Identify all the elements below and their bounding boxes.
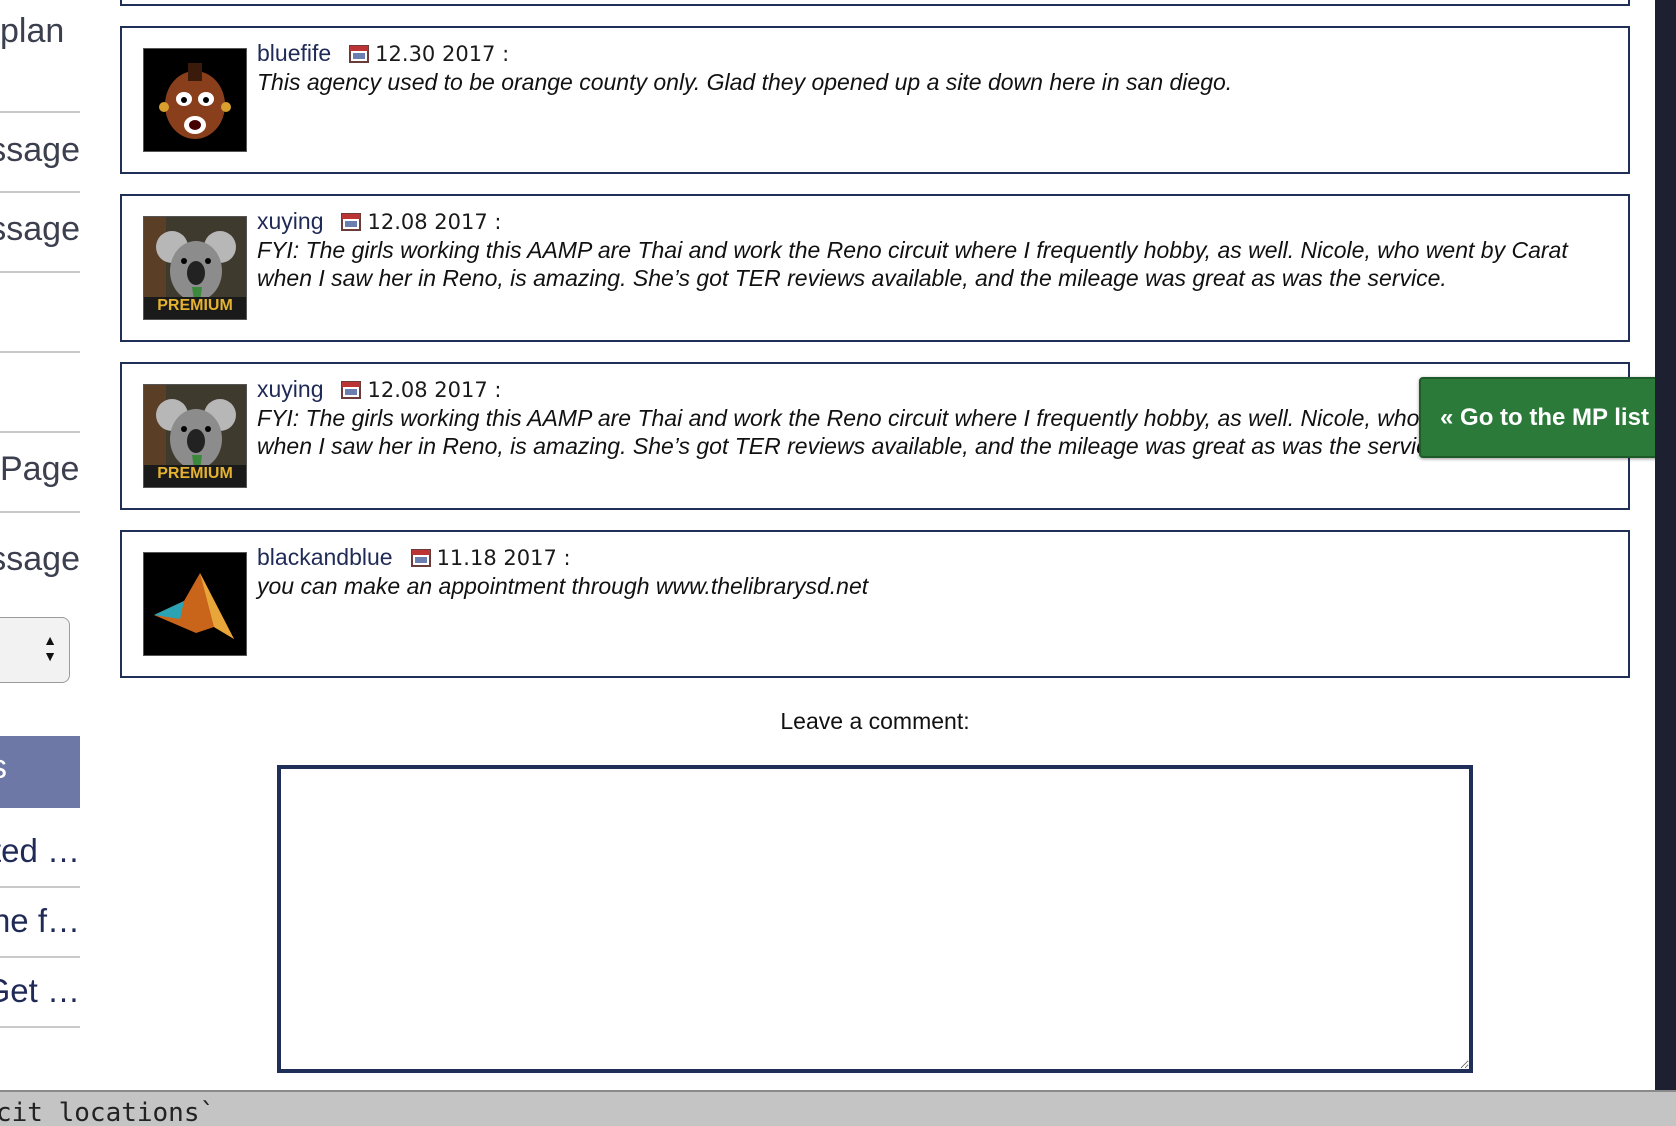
sidebar-item-page[interactable]: Page (0, 450, 80, 489)
sidebar-item-message-3[interactable]: Message (0, 540, 80, 579)
user-avatar[interactable]: PREMIUM (143, 216, 247, 320)
sidebar-item-message-2[interactable]: Message (0, 210, 80, 249)
sidebar-divider (0, 886, 80, 888)
comment-username[interactable]: bluefife (257, 40, 331, 66)
matlab-logo-avatar-icon (144, 553, 246, 655)
comment-text: FYI: The girls working this AAMP are Tha… (257, 237, 1568, 291)
user-avatar[interactable] (143, 48, 247, 152)
comment-header: blackandblue 11.18 2017 : (257, 544, 571, 573)
sidebar-divider (0, 1026, 80, 1028)
comment-date: 11.18 2017 : (436, 546, 571, 570)
comment-username[interactable]: blackandblue (257, 544, 393, 570)
sidebar-link-1[interactable]: Posted … (0, 832, 80, 870)
comment-header: xuying 12.08 2017 : (257, 376, 501, 405)
leave-comment-label: Leave a comment: (780, 708, 970, 734)
comment-textarea[interactable] (277, 765, 1473, 1073)
comment-username[interactable]: xuying (257, 208, 323, 234)
sidebar-link-3[interactable]: Get … (0, 972, 80, 1010)
comment-text: you can make an appointment through www.… (257, 573, 869, 599)
select-arrows-icon: ▲ ▼ (43, 632, 57, 664)
sidebar-divider (0, 111, 80, 113)
comment-text: FYI: The girls working this AAMP are Tha… (257, 405, 1568, 459)
sidebar-divider (0, 191, 80, 193)
user-avatar[interactable]: PREMIUM (143, 384, 247, 488)
comment-header: xuying 12.08 2017 : (257, 208, 501, 237)
sidebar-divider (0, 956, 80, 958)
mr-t-avatar-icon (144, 49, 246, 151)
window-edge (1655, 0, 1676, 1090)
comment-username[interactable]: xuying (257, 376, 323, 402)
comment-header: bluefife 12.30 2017 : (257, 40, 509, 69)
user-avatar[interactable] (143, 552, 247, 656)
calendar-icon (341, 378, 362, 405)
terminal-text: cit_locations` (0, 1098, 216, 1126)
comment-item: blackandblue 11.18 2017 : you can make an… (120, 530, 1630, 678)
comment-text: This agency used to be orange county onl… (257, 69, 1233, 95)
calendar-icon (349, 42, 370, 69)
sidebar-select[interactable]: ▲ ▼ (0, 617, 70, 683)
terminal-strip: cit_locations` (0, 1090, 1676, 1126)
premium-badge: PREMIUM (157, 297, 233, 314)
sidebar-active-header[interactable]: s (0, 736, 80, 808)
sidebar-item-plan[interactable]: plan (0, 12, 80, 51)
calendar-icon (341, 210, 362, 237)
comment-item: bluefife 12.30 2017 : This agency used to… (120, 26, 1630, 174)
comment-item: PREMIUM xuying 12.08 2017 : FYI: The girl… (120, 194, 1630, 342)
comment-date: 12.08 2017 : (367, 210, 502, 234)
comment-date: 12.30 2017 : (375, 42, 510, 66)
left-sidebar: plan Message Message Page Message ▲▼ s P… (0, 0, 80, 1040)
comment-item: PREMIUM xuying 12.08 2017 : FYI: The girl… (120, 362, 1630, 510)
sidebar-divider (0, 351, 80, 353)
calendar-icon (410, 546, 431, 573)
premium-badge: PREMIUM (157, 465, 233, 482)
comment-date: 12.08 2017 : (367, 378, 502, 402)
sidebar-link-2[interactable]: The f… (0, 902, 80, 940)
previous-comment-box (120, 0, 1630, 6)
go-to-mp-list-button[interactable]: « Go to the MP list (1419, 377, 1670, 458)
sidebar-divider (0, 271, 80, 273)
sidebar-divider (0, 511, 80, 513)
sidebar-item-message-1[interactable]: Message (0, 131, 80, 170)
sidebar-divider (0, 431, 80, 433)
